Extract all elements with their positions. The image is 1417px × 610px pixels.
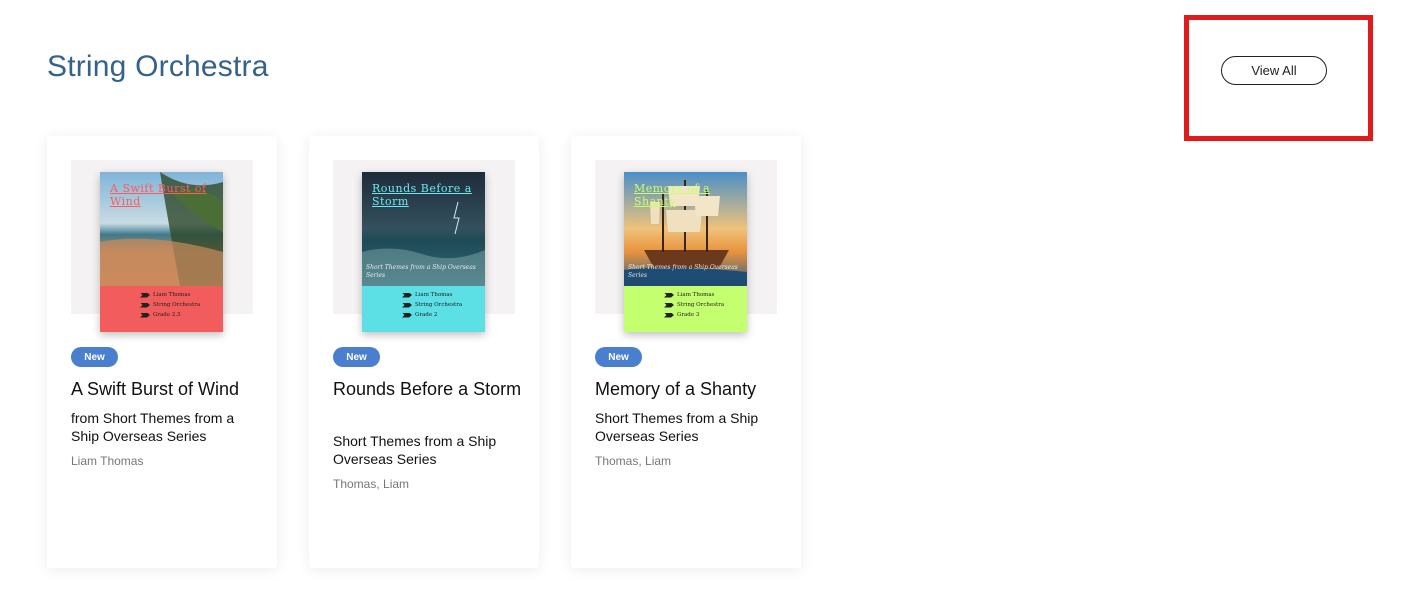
cover-image[interactable]: Rounds Before a Storm Short Themes from …: [362, 172, 485, 332]
arrow-icon: [664, 292, 674, 298]
cover-grade: Grade 2: [415, 312, 438, 318]
cover-composer: Liam Thomas: [153, 292, 191, 298]
cover-band: Liam Thomas String Orchestra Grade 2: [362, 286, 485, 332]
cover-ensemble: String Orchestra: [677, 302, 725, 308]
new-badge: New: [71, 347, 118, 367]
card-title[interactable]: Rounds Before a Storm: [333, 378, 523, 401]
cover-composer: Liam Thomas: [677, 292, 715, 298]
card-title[interactable]: Memory of a Shanty: [595, 378, 785, 401]
card-series: Short Themes from a Ship Overseas Series: [333, 433, 497, 467]
section-title: String Orchestra: [47, 50, 269, 83]
arrow-icon: [402, 302, 412, 308]
cover-grade: Grade 3: [677, 312, 700, 318]
card-title[interactable]: A Swift Burst of Wind: [71, 378, 261, 401]
cover-band: Liam Thomas String Orchestra Grade 3: [624, 286, 747, 332]
cover-ensemble: String Orchestra: [415, 302, 463, 308]
card-series: Short Themes from a Ship Overseas Series: [595, 410, 759, 444]
new-badge: New: [595, 347, 642, 367]
new-badge: New: [333, 347, 380, 367]
card-series: from Short Themes from a Ship Overseas S…: [71, 410, 235, 444]
cover-subtitle: Short Themes from a Ship Overseas Series: [366, 264, 476, 279]
cover-title: A Swift Burst of Wind: [110, 182, 207, 208]
arrow-icon: [664, 312, 674, 318]
cover-grade: Grade 2.5: [153, 312, 181, 318]
arrow-icon: [402, 312, 412, 318]
product-card[interactable]: Memory of a Shanty Short Themes from a S…: [571, 136, 801, 568]
arrow-icon: [140, 302, 150, 308]
cover-title: Memory of a Shanty: [634, 182, 711, 208]
cover-subtitle: Short Themes from a Ship Overseas Series: [628, 264, 738, 279]
arrow-icon: [402, 292, 412, 298]
card-author: Liam Thomas: [71, 454, 144, 468]
product-card[interactable]: A Swift Burst of Wind Liam Thomas String…: [47, 136, 277, 568]
card-author: Thomas, Liam: [595, 454, 672, 468]
arrow-icon: [140, 312, 150, 318]
cover-ensemble: String Orchestra: [153, 302, 201, 308]
card-author: Thomas, Liam: [333, 477, 410, 491]
arrow-icon: [140, 292, 150, 298]
view-all-button[interactable]: View All: [1221, 56, 1327, 85]
arrow-icon: [664, 302, 674, 308]
cover-image[interactable]: A Swift Burst of Wind Liam Thomas String…: [100, 172, 223, 332]
cover-band: Liam Thomas String Orchestra Grade 2.5: [100, 286, 223, 332]
cover-title: Rounds Before a Storm: [372, 182, 472, 208]
cover-image[interactable]: Memory of a Shanty Short Themes from a S…: [624, 172, 747, 332]
cover-composer: Liam Thomas: [415, 292, 453, 298]
product-card[interactable]: Rounds Before a Storm Short Themes from …: [309, 136, 539, 568]
